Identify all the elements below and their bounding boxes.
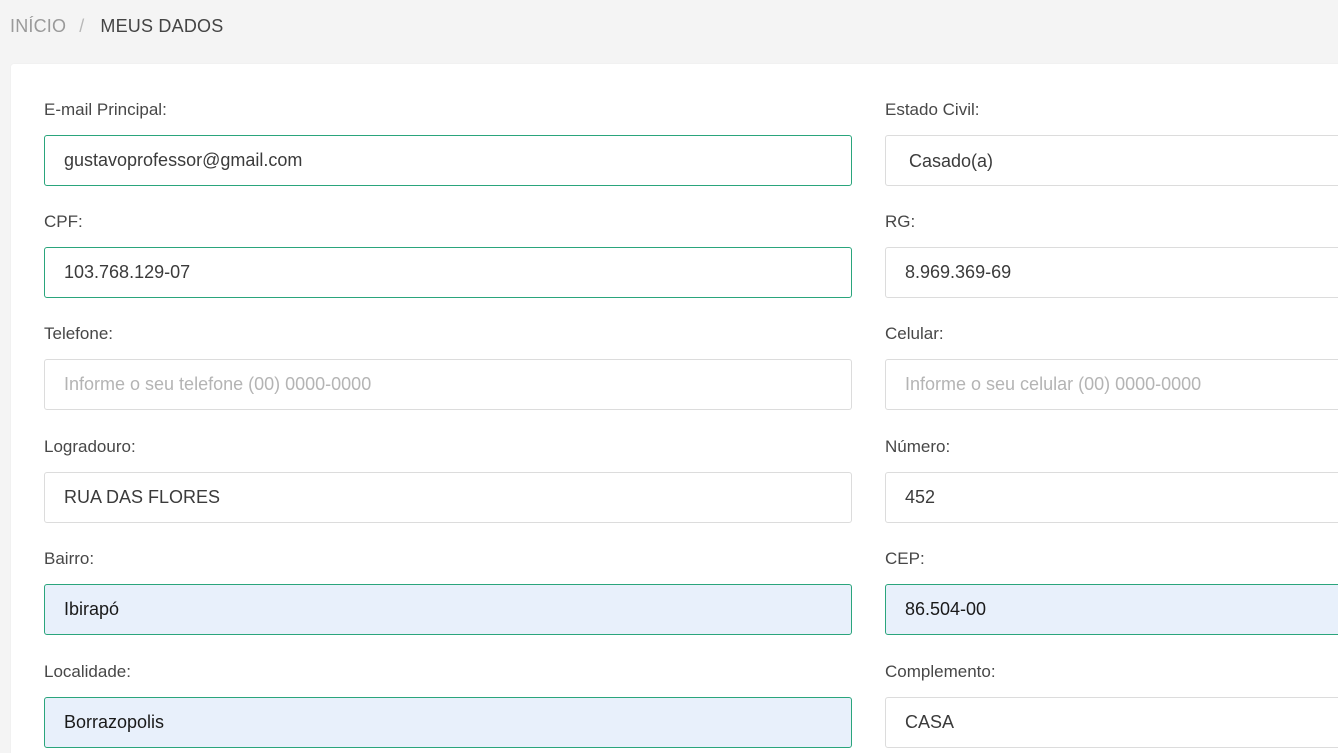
logradouro-label: Logradouro: <box>44 437 136 456</box>
complemento-field-group: Complemento: <box>885 661 1338 748</box>
email-field-group: E-mail Principal: <box>44 99 852 186</box>
telefone-field-group: Telefone: <box>44 323 852 410</box>
breadcrumb-separator: / <box>79 15 85 36</box>
localidade-label: Localidade: <box>44 662 131 681</box>
email-label: E-mail Principal: <box>44 100 167 119</box>
logradouro-input[interactable] <box>44 472 852 523</box>
telefone-label: Telefone: <box>44 324 113 343</box>
numero-field-group: Número: <box>885 436 1338 523</box>
cpf-input[interactable] <box>44 247 852 298</box>
rg-label: RG: <box>885 212 916 231</box>
breadcrumb: INÍCIO / MEUS DADOS <box>10 14 223 38</box>
cpf-label: CPF: <box>44 212 83 231</box>
cep-field-group: CEP: <box>885 548 1338 635</box>
cep-label: CEP: <box>885 549 925 568</box>
logradouro-field-group: Logradouro: <box>44 436 852 523</box>
rg-input[interactable] <box>885 247 1338 298</box>
numero-label: Número: <box>885 437 951 456</box>
complemento-input[interactable] <box>885 697 1338 748</box>
celular-input[interactable] <box>885 359 1338 410</box>
breadcrumb-current: MEUS DADOS <box>100 15 224 36</box>
celular-field-group: Celular: <box>885 323 1338 410</box>
numero-input[interactable] <box>885 472 1338 523</box>
page: INÍCIO / MEUS DADOS E-mail Principal: Es… <box>0 0 1338 753</box>
bairro-label: Bairro: <box>44 549 95 568</box>
bairro-field-group: Bairro: <box>44 548 852 635</box>
telefone-input[interactable] <box>44 359 852 410</box>
profile-form-card: E-mail Principal: Estado Civil: Casado(a… <box>11 64 1338 753</box>
estado-civil-select[interactable]: Casado(a) <box>885 135 1338 186</box>
localidade-field-group: Localidade: <box>44 661 852 748</box>
bairro-input[interactable] <box>44 584 852 635</box>
estado-civil-field-group: Estado Civil: Casado(a) <box>885 99 1338 186</box>
breadcrumb-home-link[interactable]: INÍCIO <box>10 16 66 37</box>
rg-field-group: RG: <box>885 211 1338 298</box>
estado-civil-label: Estado Civil: <box>885 100 980 119</box>
email-input[interactable] <box>44 135 852 186</box>
cpf-field-group: CPF: <box>44 211 852 298</box>
cep-input[interactable] <box>885 584 1338 635</box>
complemento-label: Complemento: <box>885 662 996 681</box>
celular-label: Celular: <box>885 324 944 343</box>
localidade-input[interactable] <box>44 697 852 748</box>
